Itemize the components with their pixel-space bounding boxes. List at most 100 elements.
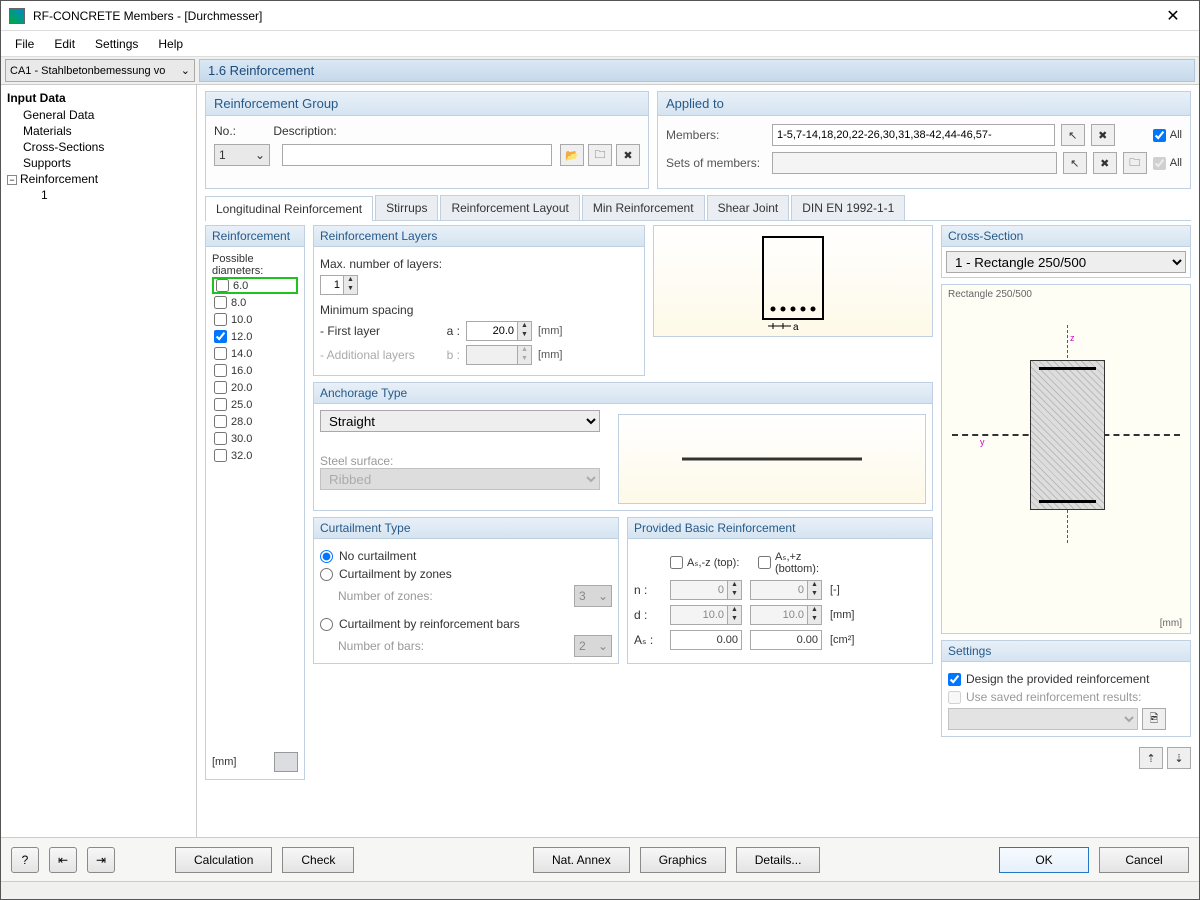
sets-pick-icon[interactable]: ↖ xyxy=(1063,152,1087,174)
add-layer-sym: b : xyxy=(436,348,460,362)
details-button[interactable]: Details... xyxy=(736,847,821,873)
min-spacing-label: Minimum spacing xyxy=(320,303,413,317)
diameters-unit: [mm] xyxy=(212,756,236,768)
tabs: Longitudinal Reinforcement Stirrups Rein… xyxy=(205,195,1191,221)
cross-section-select[interactable]: 1 - Rectangle 250/500 xyxy=(946,251,1186,273)
diameter-14[interactable]: 14.0 xyxy=(212,345,298,362)
sets-label: Sets of members: xyxy=(666,156,766,170)
cross-section-header: Cross-Section xyxy=(942,226,1190,247)
tree-reinforcement[interactable]: −Reinforcement xyxy=(3,171,194,187)
tab-stirrups[interactable]: Stirrups xyxy=(375,195,438,220)
d-top-input: 10.0▲▼ xyxy=(670,605,742,625)
menu-edit[interactable]: Edit xyxy=(46,34,83,54)
first-layer-sym: a : xyxy=(436,324,460,338)
n-top-input: 0▲▼ xyxy=(670,580,742,600)
tab-shear[interactable]: Shear Joint xyxy=(707,195,790,220)
collapse-icon[interactable]: − xyxy=(7,175,17,185)
ok-button[interactable]: OK xyxy=(999,847,1089,873)
add-layer-label: - Additional layers xyxy=(320,348,430,362)
as-top-value: 0.00 xyxy=(670,630,742,650)
max-layers-label: Max. number of layers: xyxy=(320,257,442,271)
tree-general-data[interactable]: General Data xyxy=(3,107,194,123)
d-label: d : xyxy=(634,608,662,622)
tree-supports[interactable]: Supports xyxy=(3,155,194,171)
help-button[interactable]: ? xyxy=(11,847,39,873)
menu-file[interactable]: File xyxy=(7,34,42,54)
prev-step-button[interactable]: ⇤ xyxy=(49,847,77,873)
diameters-library-button[interactable] xyxy=(274,752,298,772)
curtailment-bars-radio[interactable]: Curtailment by reinforcement bars xyxy=(320,617,612,631)
diameter-16[interactable]: 16.0 xyxy=(212,362,298,379)
tab-longitudinal[interactable]: Longitudinal Reinforcement xyxy=(205,196,373,221)
first-layer-unit: [mm] xyxy=(538,325,562,337)
folder-new-icon[interactable]: 🗀 xyxy=(588,144,612,166)
tree-header: Input Data xyxy=(3,89,194,107)
zones-num-label: Number of zones: xyxy=(338,589,433,603)
cancel-button[interactable]: Cancel xyxy=(1099,847,1189,873)
as-bottom-checkbox[interactable]: Aₛ,+z (bottom): xyxy=(758,550,848,575)
curtailment-header: Curtailment Type xyxy=(314,518,618,539)
use-saved-checkbox[interactable]: Use saved reinforcement results: xyxy=(948,690,1184,704)
sets-all-checkbox[interactable]: All xyxy=(1153,157,1182,170)
layers-header: Reinforcement Layers xyxy=(314,226,644,247)
rg-no-select[interactable]: 1 xyxy=(214,144,270,166)
menu-help[interactable]: Help xyxy=(150,34,191,54)
anchorage-illustration xyxy=(618,414,926,504)
as-label: Aₛ : xyxy=(634,633,662,647)
anchorage-select[interactable]: Straight xyxy=(320,410,600,432)
delete-icon[interactable]: ✖ xyxy=(616,144,640,166)
rg-description-input[interactable] xyxy=(282,144,552,166)
next-step-button[interactable]: ⇥ xyxy=(87,847,115,873)
saved-results-open-button[interactable]: 🖻 xyxy=(1142,708,1166,730)
diameter-32[interactable]: 32.0 xyxy=(212,447,298,464)
close-icon[interactable]: ✕ xyxy=(1155,6,1191,26)
app-icon xyxy=(9,8,25,24)
tree-cross-sections[interactable]: Cross-Sections xyxy=(3,139,194,155)
first-layer-spinner[interactable]: ▲▼ xyxy=(466,321,532,341)
nav-tree: Input Data General Data Materials Cross-… xyxy=(1,85,197,837)
rg-desc-label: Description: xyxy=(273,124,336,138)
sets-clear-icon[interactable]: ✖ xyxy=(1093,152,1117,174)
graphics-button[interactable]: Graphics xyxy=(640,847,726,873)
diameter-25[interactable]: 25.0 xyxy=(212,396,298,413)
diameter-10[interactable]: 10.0 xyxy=(212,311,298,328)
calculation-button[interactable]: Calculation xyxy=(175,847,272,873)
diameter-30[interactable]: 30.0 xyxy=(212,430,298,447)
tab-din[interactable]: DIN EN 1992-1-1 xyxy=(791,195,905,220)
nat-annex-button[interactable]: Nat. Annex xyxy=(533,847,630,873)
members-clear-icon[interactable]: ✖ xyxy=(1091,124,1115,146)
copy-up-button[interactable]: ⇡ xyxy=(1139,747,1163,769)
tab-layout[interactable]: Reinforcement Layout xyxy=(440,195,579,220)
folder-open-icon[interactable]: 📂 xyxy=(560,144,584,166)
sets-new-icon[interactable]: 🗀 xyxy=(1123,152,1147,174)
case-selector[interactable]: CA1 - Stahlbetonbemessung vo xyxy=(5,59,195,82)
max-layers-spinner[interactable]: ▲▼ xyxy=(320,275,358,295)
diameter-12[interactable]: 12.0 xyxy=(212,328,298,345)
sets-input[interactable] xyxy=(772,152,1057,174)
members-all-checkbox[interactable]: All xyxy=(1153,129,1182,142)
zones-num-select: 3 xyxy=(574,585,612,607)
curtailment-none-radio[interactable]: No curtailment xyxy=(320,549,612,563)
possible-diameters-label: Possible diameters: xyxy=(212,253,298,277)
menu-settings[interactable]: Settings xyxy=(87,34,146,54)
check-button[interactable]: Check xyxy=(282,847,354,873)
design-provided-checkbox[interactable]: Design the provided reinforcement xyxy=(948,672,1184,686)
members-pick-icon[interactable]: ↖ xyxy=(1061,124,1085,146)
members-input[interactable] xyxy=(772,124,1055,146)
as-top-checkbox[interactable]: Aₛ,-z (top): xyxy=(670,556,750,569)
diameter-8[interactable]: 8.0 xyxy=(212,294,298,311)
tab-min[interactable]: Min Reinforcement xyxy=(582,195,705,220)
copy-down-button[interactable]: ⇣ xyxy=(1167,747,1191,769)
curtailment-zones-radio[interactable]: Curtailment by zones xyxy=(320,567,612,581)
diameter-6[interactable]: 6.0 xyxy=(212,277,298,294)
step-header: 1.6 Reinforcement xyxy=(199,59,1195,82)
anchorage-header: Anchorage Type xyxy=(314,383,932,404)
status-bar xyxy=(1,881,1199,899)
n-bot-input: 0▲▼ xyxy=(750,580,822,600)
tree-reinforcement-1[interactable]: 1 xyxy=(3,187,194,203)
diameter-20[interactable]: 20.0 xyxy=(212,379,298,396)
add-layer-spinner: ▲▼ xyxy=(466,345,532,365)
diameter-28[interactable]: 28.0 xyxy=(212,413,298,430)
tree-materials[interactable]: Materials xyxy=(3,123,194,139)
steel-surface-select: Ribbed xyxy=(320,468,600,490)
